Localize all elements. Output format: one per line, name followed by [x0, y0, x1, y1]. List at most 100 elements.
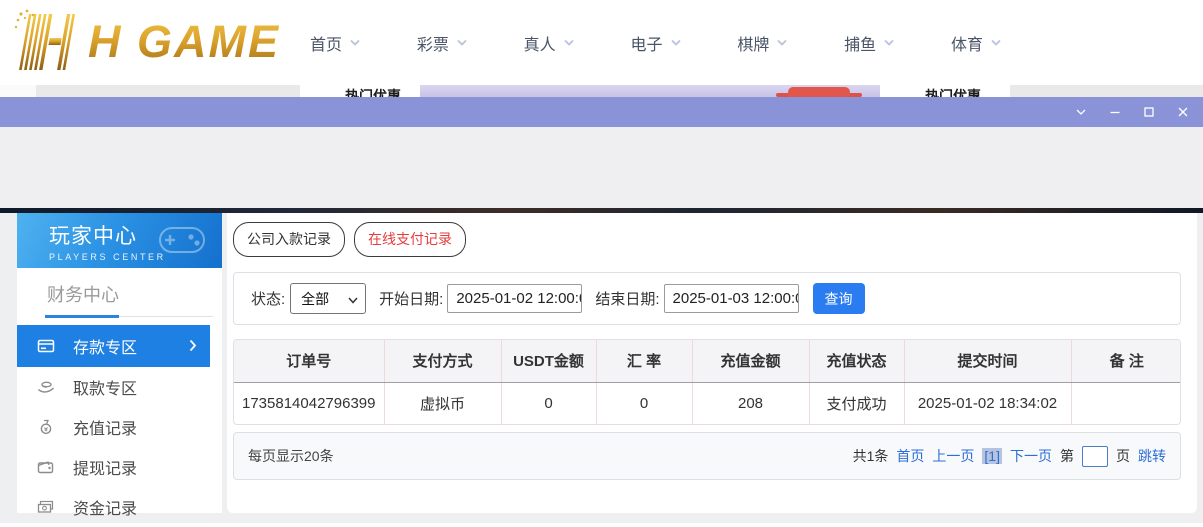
cell-remark [1071, 382, 1181, 424]
status-select-value: 全部 [301, 289, 329, 309]
sidebar-item-label: 提现记录 [73, 455, 137, 479]
page-jump-input[interactable] [1082, 446, 1108, 467]
nav-label: 首页 [310, 31, 342, 55]
chevron-right-icon [189, 339, 197, 357]
chevron-down-icon [456, 34, 468, 52]
window-minimize-icon[interactable] [1108, 105, 1122, 119]
main-nav: 首页 彩票 真人 电子 棋牌 捕鱼 体育 [310, 0, 1002, 85]
cell-recharge-status: 支付成功 [809, 382, 904, 424]
filter-bar: 状态: 全部 开始日期: 结束日期: 查询 [233, 272, 1181, 325]
sidebar-item-label: 资金记录 [73, 495, 137, 519]
sidebar-header: 玩家中心 PLAYERS CENTER [17, 213, 222, 268]
sidebar-item-label: 存款专区 [73, 334, 137, 358]
peek-card [0, 85, 36, 97]
sidebar-item-label: 充值记录 [73, 415, 137, 439]
records-panel: 公司入款记录 在线支付记录 状态: 全部 开始日期: 结束日期: 查询 [227, 213, 1197, 513]
sidebar-item-deposit[interactable]: 存款专区 [17, 325, 210, 367]
tab-online-payment-records[interactable]: 在线支付记录 [354, 222, 466, 257]
nav-item-sports[interactable]: 体育 [951, 31, 1002, 55]
sidebar-section-title: 财务中心 [47, 281, 222, 307]
col-recharge-amount: 充值金额 [692, 340, 809, 382]
cell-submit-time: 2025-01-02 18:34:02 [904, 382, 1071, 424]
logo-text: H GAME [88, 11, 280, 73]
start-date-label: 开始日期: [379, 288, 443, 309]
status-label: 状态: [251, 288, 285, 309]
total-count-text: 共1条 [853, 446, 889, 466]
page-size-text: 每页显示20条 [248, 446, 334, 466]
status-select[interactable]: 全部 [290, 283, 366, 314]
promo-title: 热门优惠 [925, 86, 981, 97]
nav-item-fishing[interactable]: 捕鱼 [844, 31, 895, 55]
records-table: 订单号 支付方式 USDT金额 汇 率 充值金额 充值状态 提交时间 备 注 1… [233, 339, 1181, 425]
pagination-bar: 每页显示20条 共1条 首页 上一页 [1] 下一页 第 页 跳转 [233, 432, 1181, 480]
hand-money-icon [37, 379, 55, 395]
col-usdt-amount: USDT金额 [501, 340, 596, 382]
nav-label: 真人 [524, 31, 556, 55]
gamepad-icon [156, 220, 208, 265]
col-remark: 备 注 [1071, 340, 1181, 382]
nav-item-lottery[interactable]: 彩票 [417, 31, 468, 55]
record-tabs: 公司入款记录 在线支付记录 [233, 222, 466, 257]
chevron-down-icon [883, 34, 895, 52]
chevron-down-icon [990, 34, 1002, 52]
col-submit-time: 提交时间 [904, 340, 1071, 382]
first-page-link[interactable]: 首页 [896, 446, 924, 466]
nav-label: 捕鱼 [844, 31, 876, 55]
sidebar-item-recharge-records[interactable]: 充值记录 [17, 407, 222, 447]
window-maximize-icon[interactable] [1142, 105, 1156, 119]
col-pay-method: 支付方式 [384, 340, 501, 382]
brand-logo[interactable]: H GAME [12, 9, 280, 75]
nav-item-home[interactable]: 首页 [310, 31, 361, 55]
cell-order-no: 1735814042796399 [234, 382, 384, 424]
site-header: H GAME 首页 彩票 真人 电子 棋牌 捕鱼 体育 [0, 0, 1203, 85]
cell-rate: 0 [596, 382, 692, 424]
chevron-down-icon [348, 291, 358, 307]
window-titlebar [0, 97, 1203, 127]
nav-label: 彩票 [417, 31, 449, 55]
nav-label: 体育 [951, 31, 983, 55]
sidebar-item-withdraw[interactable]: 取款专区 [17, 367, 222, 407]
jump-label-post: 页 [1116, 446, 1130, 466]
window-collapse-icon[interactable] [1074, 105, 1088, 119]
nav-label: 电子 [630, 31, 662, 55]
nav-item-slots[interactable]: 电子 [630, 31, 681, 55]
sidebar-divider [45, 316, 213, 317]
tab-company-deposit-records[interactable]: 公司入款记录 [233, 222, 345, 257]
next-page-link[interactable]: 下一页 [1010, 446, 1052, 466]
chevron-down-icon [776, 34, 788, 52]
chevron-down-icon [563, 34, 575, 52]
window-empty-area [0, 127, 1203, 208]
money-bag-icon [37, 419, 55, 435]
end-date-input[interactable] [664, 284, 799, 313]
jump-label-pre: 第 [1060, 446, 1074, 466]
peek-banner [420, 85, 880, 97]
chevron-down-icon [670, 34, 682, 52]
jump-action-link[interactable]: 跳转 [1138, 446, 1166, 466]
window-close-icon[interactable] [1176, 105, 1190, 119]
start-date-input[interactable] [447, 284, 582, 313]
col-recharge-status: 充值状态 [809, 340, 904, 382]
prev-page-link[interactable]: 上一页 [932, 446, 974, 466]
nav-item-cards[interactable]: 棋牌 [737, 31, 788, 55]
window-controls [1074, 97, 1190, 127]
current-page-indicator[interactable]: [1] [982, 448, 1002, 464]
col-order-no: 订单号 [234, 340, 384, 382]
sidebar-item-withdrawal-records[interactable]: 提现记录 [17, 447, 222, 487]
end-date-label: 结束日期: [595, 288, 659, 309]
content-area: 玩家中心 PLAYERS CENTER 财务中心 存款专区 [0, 213, 1203, 523]
logo-striped-h-icon [12, 8, 90, 77]
pagination-links: 共1条 首页 上一页 [1] 下一页 第 页 跳转 [853, 446, 1166, 467]
banknote-icon [37, 499, 55, 515]
bank-card-icon [37, 338, 55, 354]
table-header-row: 订单号 支付方式 USDT金额 汇 率 充值金额 充值状态 提交时间 备 注 [234, 340, 1181, 382]
table-row: 1735814042796399 虚拟币 0 0 208 支付成功 2025-0… [234, 382, 1181, 424]
nav-item-live[interactable]: 真人 [524, 31, 575, 55]
sidebar-item-fund-records[interactable]: 资金记录 [17, 487, 222, 527]
chevron-down-icon [349, 34, 361, 52]
wallet-icon [37, 459, 55, 475]
red-envelope-icon [788, 87, 850, 97]
cell-usdt-amount: 0 [501, 382, 596, 424]
query-button[interactable]: 查询 [813, 283, 865, 314]
background-page-peek: 热门优惠 热门优惠 [0, 85, 1203, 97]
player-center-sidebar: 玩家中心 PLAYERS CENTER 财务中心 存款专区 [17, 213, 222, 513]
